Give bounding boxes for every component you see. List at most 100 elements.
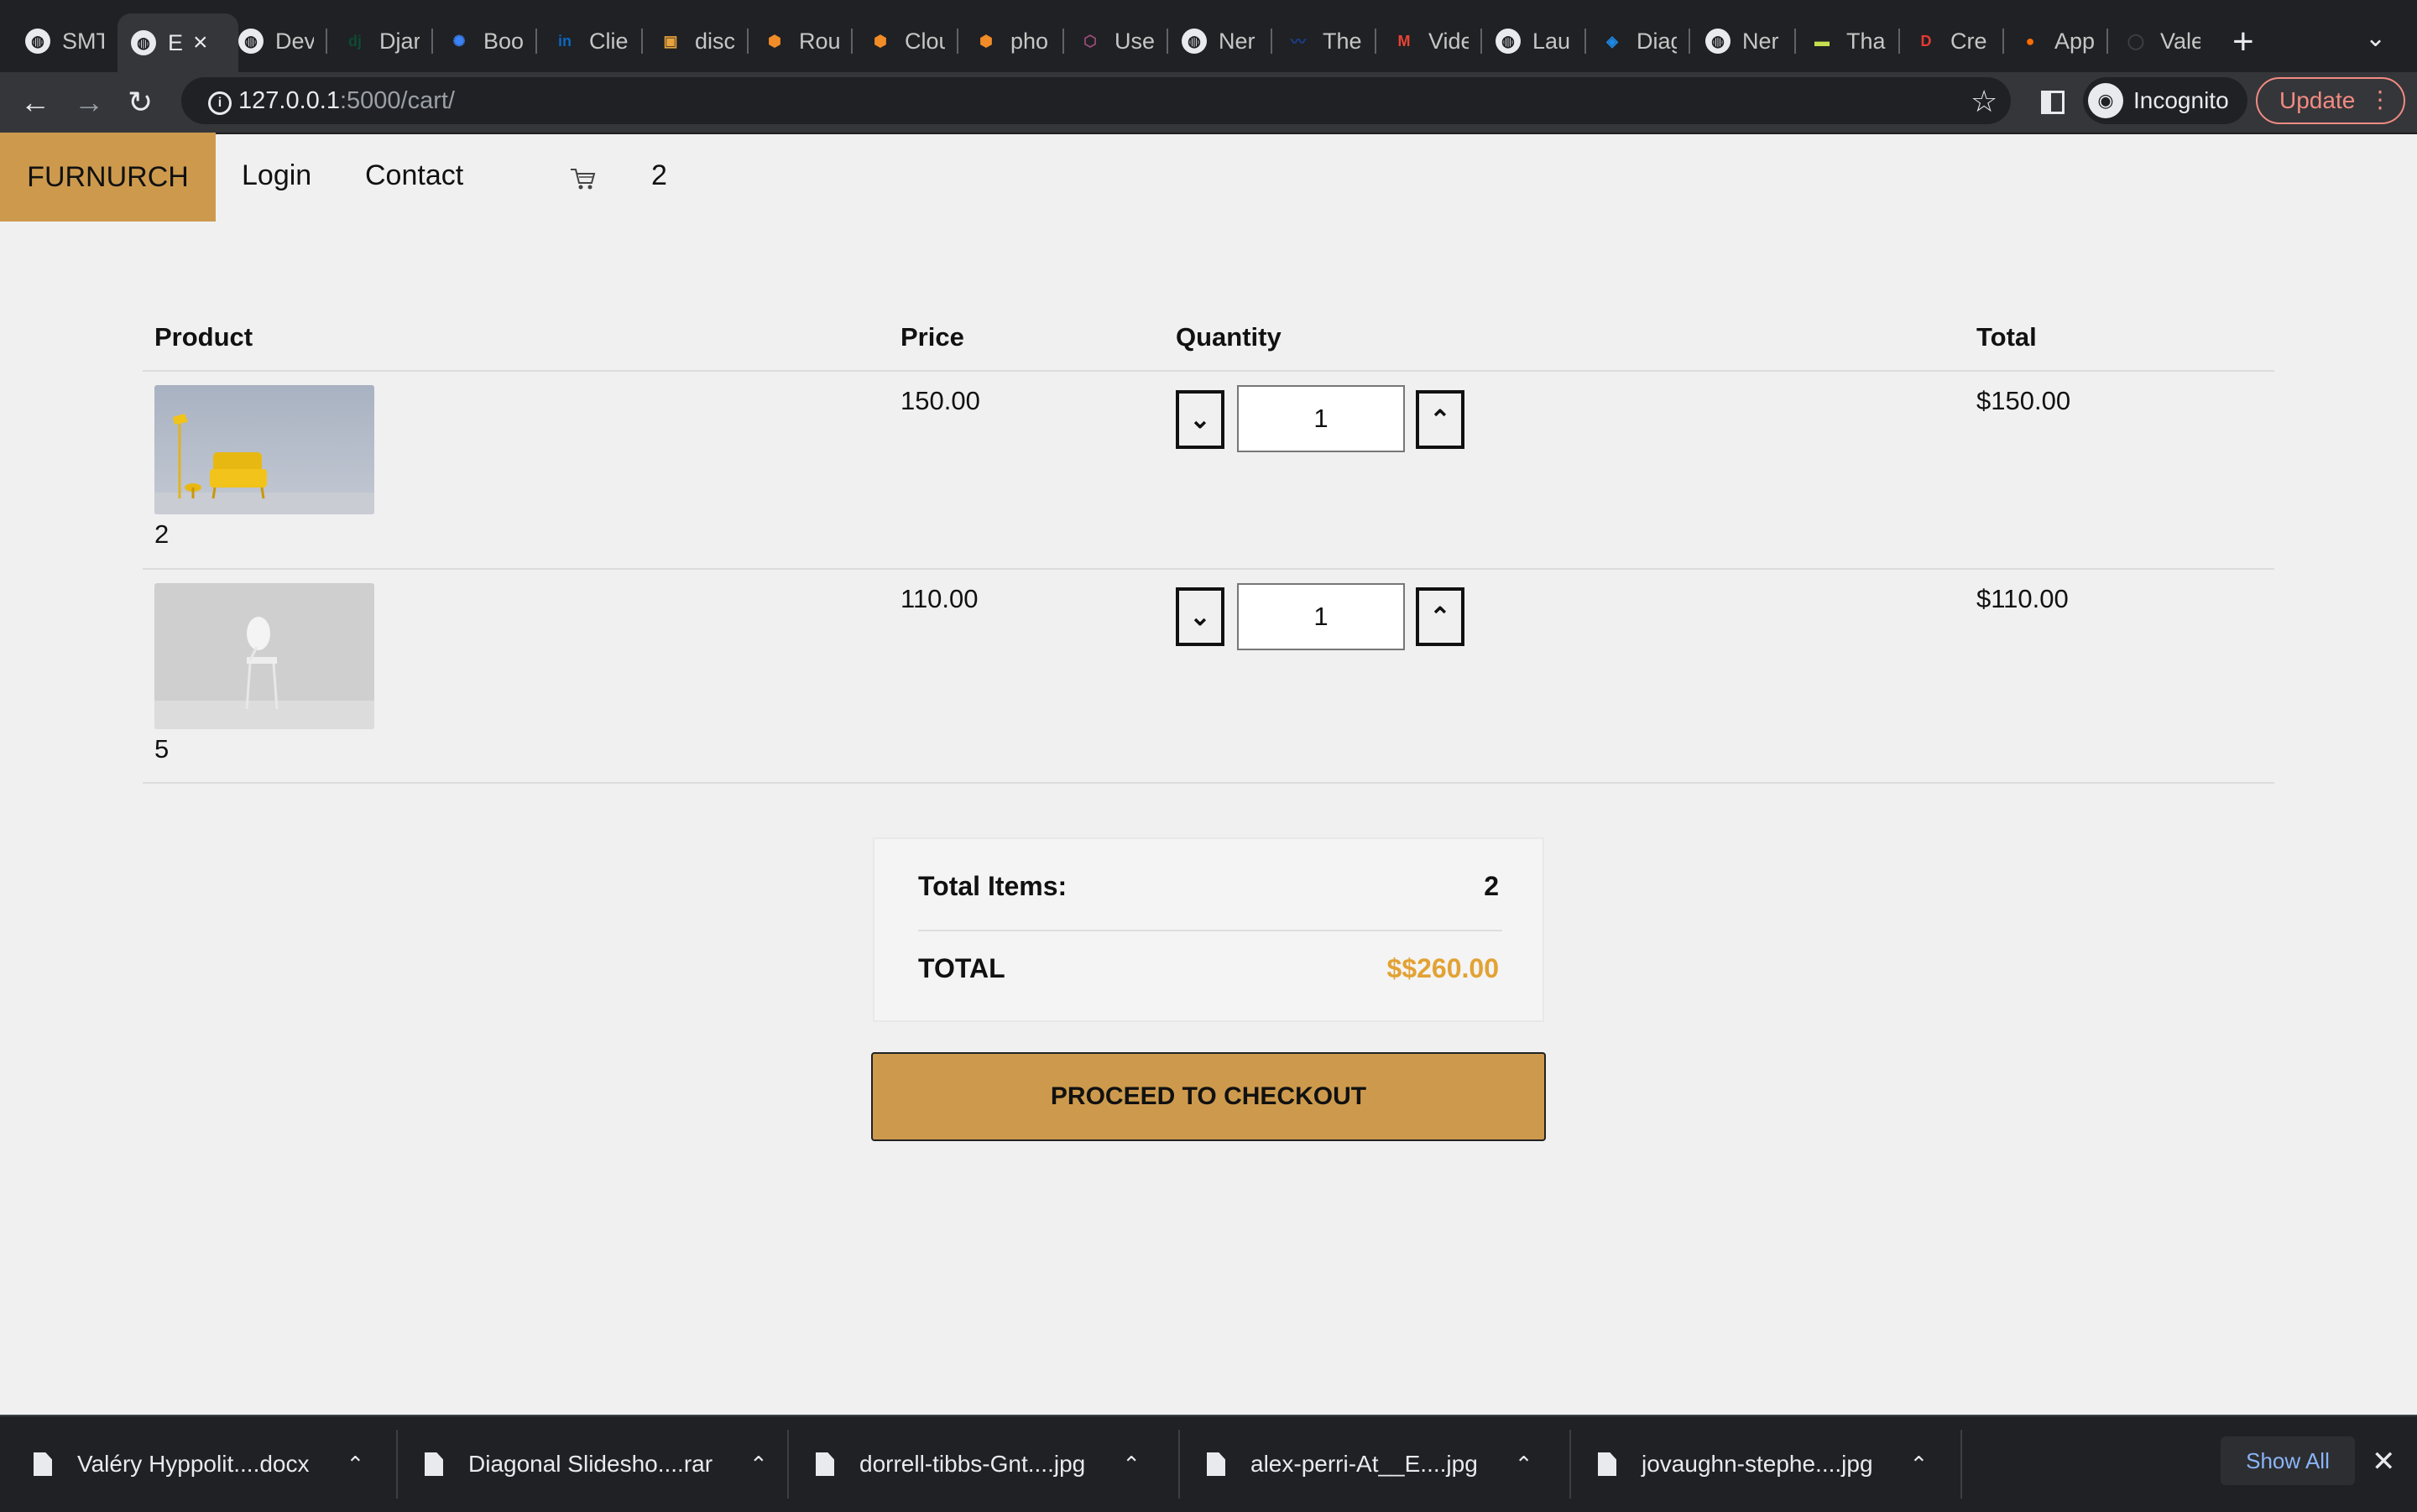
back-button[interactable]: ← (20, 84, 50, 121)
browser-tab[interactable]: D Cre (1913, 13, 1991, 69)
site-info-icon[interactable]: i (208, 91, 232, 115)
bookmark-star-icon[interactable]: ☆ (1971, 84, 1997, 119)
tab-label: Djar (379, 28, 420, 54)
browser-tab[interactable]: ◍ E × (117, 13, 238, 72)
cube-icon: ⬢ (768, 32, 781, 50)
linkedin-icon: in (558, 32, 572, 50)
tab-separator (1584, 29, 1586, 54)
tab-label: pho (1010, 28, 1049, 54)
tab-separator (1480, 29, 1482, 54)
cart-summary: Total Items: 2 TOTAL $$260.00 (873, 837, 1544, 1022)
download-item[interactable]: dorrell-tibbs-Gnt....jpg ⌃ (816, 1416, 1141, 1512)
browser-tab[interactable]: ◈ Diag (1600, 13, 1677, 69)
tab-separator (747, 29, 749, 54)
download-item[interactable]: Diagonal Slidesho....rar ⌃ (425, 1416, 768, 1512)
download-separator (396, 1430, 398, 1499)
browser-tab[interactable]: ◍ Ner (1705, 13, 1783, 69)
globe-icon: ◍ (131, 30, 156, 55)
new-tab-button[interactable]: + (2232, 18, 2254, 65)
nav-contact-link[interactable]: Contact (365, 159, 463, 192)
browser-tab[interactable]: in Clie (552, 13, 629, 69)
line-total: $110.00 (1976, 584, 2069, 613)
product-name: 2 (154, 519, 170, 549)
browser-tab[interactable]: ◍ Lau (1496, 13, 1573, 69)
tab-label: Rou (799, 28, 839, 54)
summary-divider (918, 930, 1502, 931)
quantity-decrease-button[interactable]: ⌄ (1176, 390, 1224, 449)
tab-label: Tha (1846, 28, 1886, 54)
download-item[interactable]: Valéry Hyppolit....docx ⌃ (34, 1416, 364, 1512)
browser-tab[interactable]: ✺ Boo (446, 13, 524, 69)
download-filename: alex-perri-At__E....jpg (1250, 1451, 1478, 1477)
nav-login-link[interactable]: Login (242, 159, 311, 192)
row-divider (143, 782, 2274, 784)
browser-tab[interactable]: dj Djar (342, 13, 420, 69)
tab-separator (1062, 29, 1064, 54)
proceed-to-checkout-button[interactable]: PROCEED TO CHECKOUT (871, 1052, 1546, 1141)
globe-icon: ◍ (1182, 29, 1207, 54)
show-all-downloads-button[interactable]: Show All (2221, 1436, 2355, 1485)
tab-separator (957, 29, 958, 54)
download-item[interactable]: alex-perri-At__E....jpg ⌃ (1207, 1416, 1533, 1512)
tab-label: Clou (905, 28, 945, 54)
header-divider (143, 370, 2274, 372)
tab-label: Ner (1219, 28, 1255, 54)
browser-tab[interactable]: ▣ disc (658, 13, 735, 69)
brand-logo[interactable]: FURNURCH (0, 133, 216, 222)
browser-tab[interactable]: ⬢ pho (974, 13, 1051, 69)
chevron-up-icon[interactable]: ⌃ (1910, 1452, 1929, 1478)
file-icon (1207, 1452, 1225, 1476)
browser-tab[interactable]: ◯ Vale (2123, 13, 2200, 69)
quantity-decrease-button[interactable]: ⌄ (1176, 587, 1224, 646)
gmail-icon: M (1397, 32, 1411, 50)
browser-tab[interactable]: ● App (2018, 13, 2095, 69)
browser-tab[interactable]: 〰 The (1286, 13, 1363, 69)
d-logo-icon: D (1920, 32, 1932, 50)
quantity-increase-button[interactable]: ⌃ (1416, 587, 1464, 646)
browser-tab[interactable]: ◍ Ner (1182, 13, 1259, 69)
chevron-up-icon[interactable]: ⌃ (347, 1452, 365, 1478)
quantity-increase-button[interactable]: ⌃ (1416, 390, 1464, 449)
tab-separator (2002, 29, 2004, 54)
tab-label: E (168, 29, 184, 55)
product-image-chair[interactable] (154, 583, 374, 729)
browser-tab[interactable]: ⬡ Use (1078, 13, 1155, 69)
quantity-input[interactable]: 1 (1237, 583, 1405, 650)
download-separator (787, 1430, 789, 1499)
update-button[interactable]: Update ⋮ (2256, 77, 2405, 124)
cart-icon[interactable] (569, 164, 598, 193)
incognito-indicator[interactable]: ◉ Incognito (2083, 77, 2247, 124)
address-bar[interactable] (181, 77, 2011, 124)
box-icon: ▣ (663, 32, 678, 50)
browser-tab[interactable]: ◍ SMT (25, 13, 104, 69)
browser-tab[interactable]: ◍ Dev (238, 13, 314, 69)
tab-label: SMT (62, 28, 104, 54)
product-name: 5 (154, 734, 170, 764)
close-icon[interactable]: ✕ (2372, 1445, 2396, 1478)
browser-tab[interactable]: ▬ Tha (1809, 13, 1887, 69)
forward-button[interactable]: → (74, 84, 104, 121)
download-item[interactable]: jovaughn-stephe....jpg ⌃ (1598, 1416, 1928, 1512)
browser-tab[interactable]: ⬢ Rou (762, 13, 839, 69)
chevron-up-icon[interactable]: ⌃ (749, 1452, 768, 1478)
product-image-armchair[interactable] (154, 385, 374, 514)
reload-button[interactable]: ↻ (128, 84, 153, 121)
globe-icon: ◍ (25, 29, 50, 54)
badge-icon: ▬ (1814, 32, 1830, 50)
tab-separator (1375, 29, 1376, 54)
browser-tab[interactable]: M Vide (1391, 13, 1470, 69)
chevron-up-icon[interactable]: ⌃ (1122, 1452, 1141, 1478)
github-icon: ◯ (2127, 32, 2145, 50)
tab-close-icon[interactable]: × (193, 29, 208, 57)
url-text[interactable]: 127.0.0.1:5000/cart/ (238, 86, 455, 116)
tab-label: Lau (1532, 28, 1571, 54)
tab-separator (641, 29, 643, 54)
quantity-input[interactable]: 1 (1237, 385, 1405, 452)
side-panel-icon[interactable] (2041, 91, 2065, 114)
tab-search-button[interactable]: ⌄ (2365, 23, 2386, 53)
browser-tab[interactable]: ⬢ Clou (868, 13, 945, 69)
download-filename: Valéry Hyppolit....docx (77, 1451, 310, 1477)
chevron-up-icon[interactable]: ⌃ (1515, 1452, 1533, 1478)
tab-separator (2106, 29, 2108, 54)
orange-dot-icon: ● (2025, 32, 2035, 50)
